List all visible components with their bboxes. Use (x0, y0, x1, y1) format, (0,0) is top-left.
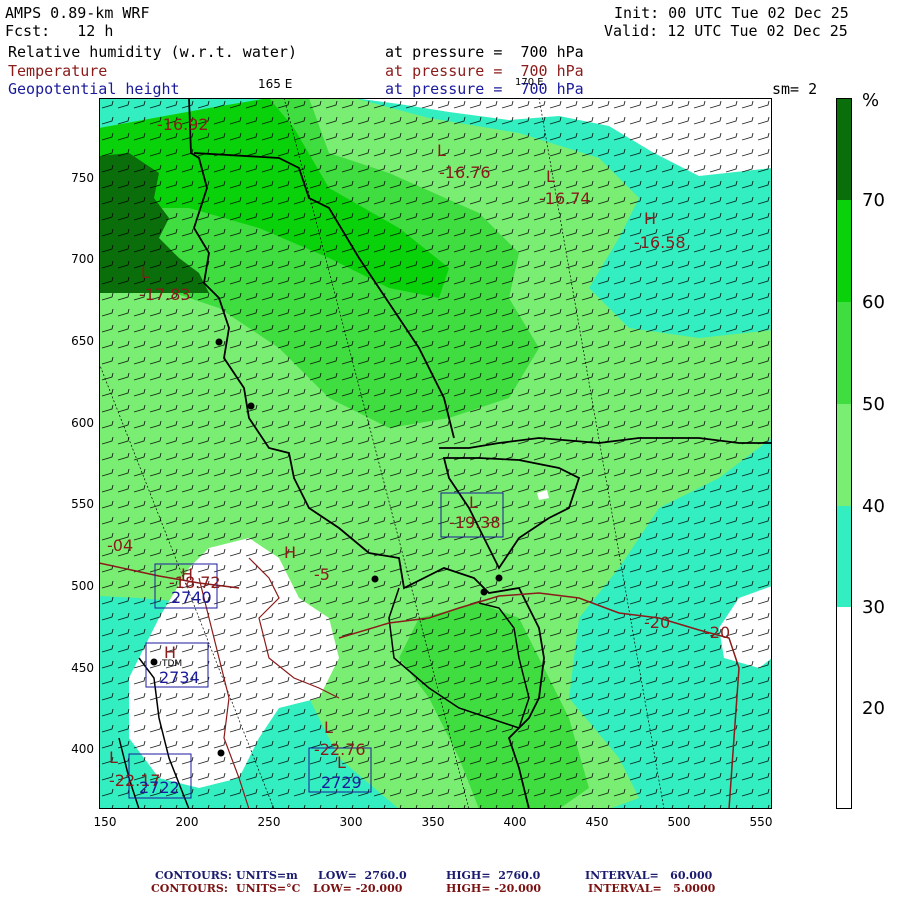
low-marker: L (337, 753, 346, 772)
temp-label: -04 (107, 536, 133, 555)
high-marker: H (644, 209, 656, 228)
station-label: TDM (161, 659, 182, 669)
forecast-hour: Fcst: 12 h (5, 22, 114, 40)
rh-map-panel: -16.92 -16.76 -16.74 -16.58 -17.83 -19.3… (99, 98, 772, 809)
footer-temp-title: CONTOURS: (151, 882, 228, 895)
height-label: 2729 (321, 773, 362, 792)
colorbar-60-70 (836, 200, 852, 302)
temp-label: -16.74 (539, 189, 591, 208)
footer-height-interval: INTERVAL= 60.000 (585, 869, 713, 882)
station-dot (495, 574, 503, 582)
colorbar-label: 70 (862, 190, 885, 211)
colorbar-20-30 (836, 607, 852, 809)
smoothing-label: sm= 2 (772, 80, 818, 98)
rh-colorbar (836, 98, 852, 809)
colorbar-label: 40 (862, 496, 885, 517)
field-rh-label: Relative humidity (w.r.t. water) (8, 43, 297, 61)
low-marker: L (469, 493, 478, 512)
colorbar-30-40 (836, 506, 852, 607)
footer-height-title: CONTOURS: (155, 869, 232, 882)
footer-height-units: UNITS=m (236, 869, 298, 882)
field-height-label: Geopotential height (8, 80, 180, 98)
colorbar-label: 50 (862, 394, 885, 415)
footer-temp-units: UNITS=°C (236, 882, 301, 895)
low-marker: L (546, 167, 555, 186)
temp-label: -20 (704, 623, 730, 642)
low-marker: L (324, 718, 333, 737)
station-dot (247, 402, 255, 410)
temp-label: -5 (314, 565, 330, 584)
footer-temp-interval: INTERVAL= 5.0000 (588, 882, 716, 895)
y-tick: 750 (71, 171, 94, 185)
station-dot (215, 338, 223, 346)
y-tick: 700 (71, 252, 94, 266)
colorbar-50-60 (836, 302, 852, 404)
x-tick: 200 (175, 815, 199, 829)
station-dot (480, 588, 488, 596)
temp-label: -16.58 (634, 233, 686, 252)
station-dot (371, 575, 379, 583)
station-dot (150, 658, 158, 666)
x-tick: 350 (421, 815, 445, 829)
low-marker: L (141, 263, 150, 282)
y-tick: 400 (71, 742, 94, 756)
footer-temp-low: LOW= -20.000 (313, 882, 403, 895)
y-tick: 500 (71, 579, 94, 593)
field-temp-level: at pressure = 700 hPa (385, 62, 584, 80)
x-tick: 250 (257, 815, 281, 829)
colorbar-unit: % (862, 90, 880, 111)
footer-height-high: HIGH= 2760.0 (446, 869, 541, 882)
x-tick: 300 (339, 815, 363, 829)
temp-label: -16.76 (439, 163, 491, 182)
init-time: Init: 00 UTC Tue 02 Dec 25 (614, 4, 849, 22)
footer-temp-high: HIGH= -20.000 (446, 882, 542, 895)
colorbar-70-plus (836, 98, 852, 200)
y-tick: 650 (71, 334, 94, 348)
lon-label-170e: 170 E (515, 77, 544, 88)
wind-barbs-layer (99, 98, 772, 809)
height-label: 2734 (159, 668, 200, 687)
x-tick: 150 (93, 815, 117, 829)
height-label: 2740 (171, 588, 212, 607)
temp-label: -20 (644, 613, 670, 632)
x-tick: 500 (667, 815, 691, 829)
field-temp-label: Temperature (8, 62, 108, 80)
model-title: AMPS 0.89-km WRF (5, 4, 150, 22)
colorbar-label: 30 (862, 597, 885, 618)
footer-height-low: LOW= 2760.0 (318, 869, 407, 882)
low-marker: L (109, 748, 118, 767)
field-height-level: at pressure = 700 hPa (385, 80, 584, 98)
x-tick: 450 (585, 815, 609, 829)
temp-label: -16.92 (157, 115, 209, 134)
height-label: 2722 (139, 778, 180, 797)
field-rh-level: at pressure = 700 hPa (385, 43, 584, 61)
lon-label-165e: 165 E (258, 77, 293, 91)
colorbar-label: 20 (862, 698, 885, 719)
y-tick: 550 (71, 497, 94, 511)
y-tick: 600 (71, 416, 94, 430)
valid-time: Valid: 12 UTC Tue 02 Dec 25 (604, 22, 848, 40)
x-tick: 550 (749, 815, 773, 829)
high-marker: H (181, 565, 193, 584)
colorbar-40-50 (836, 404, 852, 506)
colorbar-label: 60 (862, 292, 885, 313)
x-tick: 400 (503, 815, 527, 829)
temp-label: -19.38 (449, 513, 501, 532)
high-marker: H (284, 543, 296, 562)
y-tick: 450 (71, 661, 94, 675)
station-dot (217, 749, 225, 757)
temp-label: -17.83 (139, 285, 191, 304)
low-marker: L (437, 141, 446, 160)
